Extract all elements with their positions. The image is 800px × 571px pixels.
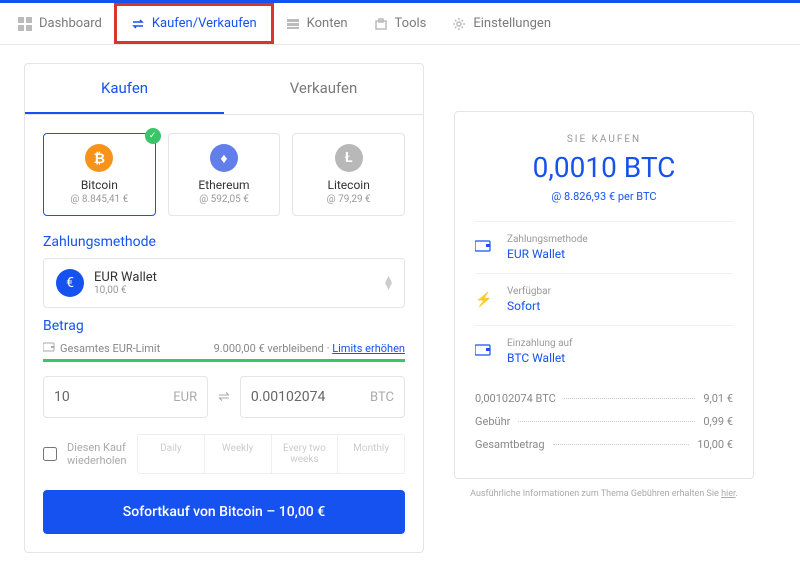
dots-divider <box>553 444 690 445</box>
payment-method-select[interactable]: € EUR Wallet 10,00 € ▴▾ <box>43 258 405 308</box>
nav-settings-label: Einstellungen <box>473 16 551 31</box>
buy-sell-tabs: Kaufen Verkaufen <box>25 64 423 115</box>
wallet-icon <box>43 342 55 355</box>
increase-limit-link[interactable]: Limits erhöhen <box>332 342 405 355</box>
summary-available-label: Verfügbar <box>507 286 733 297</box>
repeat-checkbox[interactable] <box>43 447 57 461</box>
payment-wallet-name: EUR Wallet <box>94 270 375 285</box>
payment-wallet-balance: 10,00 € <box>94 285 375 296</box>
buy-panel: Kaufen Verkaufen ✓ ₿ Bitcoin @ 8.845,41 … <box>24 63 424 553</box>
coin-selector: ✓ ₿ Bitcoin @ 8.845,41 € ♦ Ethereum @ 59… <box>43 133 405 216</box>
price-total-value: 10,00 € <box>697 438 733 451</box>
freq-daily[interactable]: Daily <box>138 435 205 473</box>
bitcoin-icon: ₿ <box>85 144 113 172</box>
wallet-icon <box>475 240 495 256</box>
coin-price: @ 79,29 € <box>299 194 398 205</box>
tools-icon <box>374 17 388 31</box>
dots-divider <box>564 398 696 399</box>
summary-deposit-label: Einzahlung auf <box>507 338 733 349</box>
price-btc-label: 0,00102074 BTC <box>475 392 556 405</box>
dots-divider <box>518 421 695 422</box>
summary-payment-label: Zahlungsmethode <box>507 234 733 245</box>
btc-currency-label: BTC <box>370 390 394 405</box>
summary-payment-value: EUR Wallet <box>507 247 733 261</box>
check-icon: ✓ <box>145 128 161 144</box>
coin-name: Litecoin <box>299 178 398 192</box>
summary-deposit-value: BTC Wallet <box>507 351 733 365</box>
ethereum-icon: ♦ <box>210 144 238 172</box>
eur-currency-label: EUR <box>173 390 197 405</box>
wallet-icon <box>475 344 495 360</box>
amount-label: Betrag <box>43 318 405 334</box>
freq-monthly[interactable]: Monthly <box>338 435 404 473</box>
price-fee-value: 0,99 € <box>703 415 733 428</box>
euro-icon: € <box>56 269 84 297</box>
coin-litecoin[interactable]: Ł Litecoin @ 79,29 € <box>292 133 405 216</box>
repeat-label: Diesen Kauf wiederholen <box>67 441 127 467</box>
summary-amount: 0,0010 BTC <box>475 151 733 184</box>
exchange-icon <box>131 17 145 31</box>
nav-buysell[interactable]: Kaufen/Verkaufen <box>114 3 274 44</box>
coin-ethereum[interactable]: ♦ Ethereum @ 592,05 € <box>168 133 281 216</box>
coin-bitcoin[interactable]: ✓ ₿ Bitcoin @ 8.845,41 € <box>43 133 156 216</box>
summary-panel: SIE KAUFEN 0,0010 BTC @ 8.826,93 € per B… <box>454 111 754 553</box>
limit-remaining: 9.000,00 € verbleibend <box>214 342 324 355</box>
tab-sell[interactable]: Verkaufen <box>224 64 423 114</box>
nav-dashboard[interactable]: Dashboard <box>18 16 102 31</box>
summary-title: SIE KAUFEN <box>475 134 733 145</box>
summary-rate: @ 8.826,93 € per BTC <box>475 190 733 203</box>
btc-amount-box[interactable]: BTC <box>240 376 405 418</box>
nav-settings[interactable]: Einstellungen <box>452 16 551 31</box>
fee-footnote: Ausführliche Informationen zum Thema Geb… <box>454 489 754 499</box>
chevron-updown-icon: ▴▾ <box>385 276 392 290</box>
nav-tools-label: Tools <box>395 16 427 31</box>
coin-price: @ 592,05 € <box>175 194 274 205</box>
top-nav: Dashboard Kaufen/Verkaufen Konten Tools … <box>0 3 800 45</box>
freq-weekly[interactable]: Weekly <box>205 435 272 473</box>
litecoin-icon: Ł <box>335 144 363 172</box>
coin-name: Ethereum <box>175 178 274 192</box>
limit-label: Gesamtes EUR-Limit <box>60 342 160 355</box>
coin-price: @ 8.845,41 € <box>50 194 149 205</box>
nav-accounts-label: Konten <box>307 16 348 31</box>
nav-tools[interactable]: Tools <box>374 16 427 31</box>
limit-progress-bar <box>43 359 405 362</box>
payment-method-label: Zahlungsmethode <box>43 234 405 250</box>
lightning-icon: ⚡ <box>475 292 495 308</box>
eur-amount-input[interactable] <box>54 389 173 405</box>
tab-buy[interactable]: Kaufen <box>25 64 224 114</box>
nav-dashboard-label: Dashboard <box>39 16 102 31</box>
price-fee-label: Gebühr <box>475 415 510 428</box>
instant-buy-button[interactable]: Sofortkauf von Bitcoin – 10,00 € <box>43 490 405 534</box>
fee-info-link[interactable]: hier <box>721 489 735 499</box>
dashboard-icon <box>18 17 32 31</box>
eur-amount-box[interactable]: EUR <box>43 376 208 418</box>
nav-accounts[interactable]: Konten <box>286 16 348 31</box>
gear-icon <box>452 17 466 31</box>
price-btc-value: 9,01 € <box>703 392 733 405</box>
swap-icon[interactable]: ⇌ <box>218 389 230 405</box>
summary-available-value: Sofort <box>507 299 733 313</box>
price-total-label: Gesamtbetrag <box>475 438 545 451</box>
accounts-icon <box>286 17 300 31</box>
nav-buysell-label: Kaufen/Verkaufen <box>152 16 257 31</box>
main-content: Kaufen Verkaufen ✓ ₿ Bitcoin @ 8.845,41 … <box>0 45 800 571</box>
freq-biweekly[interactable]: Every two weeks <box>272 435 339 473</box>
btc-amount-input[interactable] <box>251 389 370 405</box>
coin-name: Bitcoin <box>50 178 149 192</box>
